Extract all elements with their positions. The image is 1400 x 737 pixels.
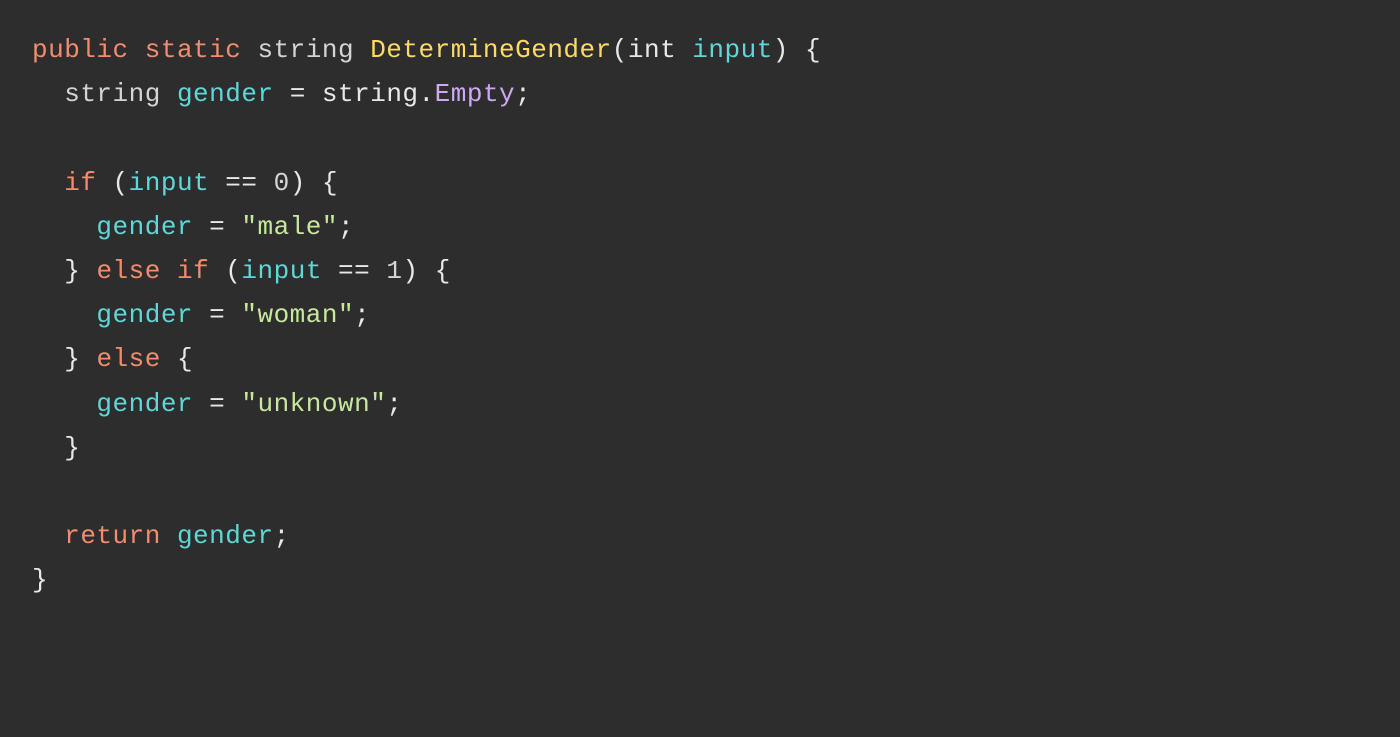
semicolon: ;	[274, 521, 290, 551]
variable-gender: gender	[177, 79, 274, 109]
string-literal: "male"	[241, 212, 338, 242]
brace-close: }	[32, 565, 48, 595]
variable-input: input	[129, 168, 210, 198]
string-literal: "unknown"	[241, 389, 386, 419]
number-literal: 1	[386, 256, 402, 286]
keyword-public: public	[32, 35, 129, 65]
variable-gender: gender	[96, 212, 193, 242]
variable-gender: gender	[96, 389, 193, 419]
param-type: int	[628, 35, 676, 65]
type-string: string	[64, 79, 161, 109]
operator-assign: =	[209, 389, 225, 419]
paren-close: )	[773, 35, 789, 65]
operator-equals: ==	[338, 256, 370, 286]
brace-open: {	[805, 35, 821, 65]
variable-input: input	[241, 256, 322, 286]
keyword-if: if	[177, 256, 209, 286]
paren-close: )	[290, 168, 306, 198]
keyword-static: static	[145, 35, 242, 65]
brace-close: }	[64, 256, 80, 286]
operator-assign: =	[209, 300, 225, 330]
object-string: string	[322, 79, 419, 109]
paren-open: (	[225, 256, 241, 286]
keyword-if: if	[64, 168, 96, 198]
semicolon: ;	[515, 79, 531, 109]
paren-open: (	[612, 35, 628, 65]
keyword-else: else	[96, 344, 160, 374]
brace-open: {	[322, 168, 338, 198]
dot: .	[419, 79, 435, 109]
variable-gender: gender	[177, 521, 274, 551]
semicolon: ;	[354, 300, 370, 330]
brace-open: {	[177, 344, 193, 374]
semicolon: ;	[338, 212, 354, 242]
paren-open: (	[113, 168, 129, 198]
paren-close: )	[402, 256, 418, 286]
keyword-return: return	[64, 521, 161, 551]
function-name: DetermineGender	[370, 35, 612, 65]
type-string: string	[257, 35, 354, 65]
operator-assign: =	[209, 212, 225, 242]
keyword-else: else	[96, 256, 160, 286]
variable-gender: gender	[96, 300, 193, 330]
param-name: input	[692, 35, 773, 65]
string-literal: "woman"	[241, 300, 354, 330]
semicolon: ;	[386, 389, 402, 419]
operator-equals: ==	[225, 168, 257, 198]
brace-close: }	[64, 433, 80, 463]
number-literal: 0	[274, 168, 290, 198]
brace-close: }	[64, 344, 80, 374]
code-block: public static string DetermineGender(int…	[32, 28, 1368, 602]
operator-assign: =	[290, 79, 306, 109]
property-empty: Empty	[435, 79, 516, 109]
brace-open: {	[435, 256, 451, 286]
